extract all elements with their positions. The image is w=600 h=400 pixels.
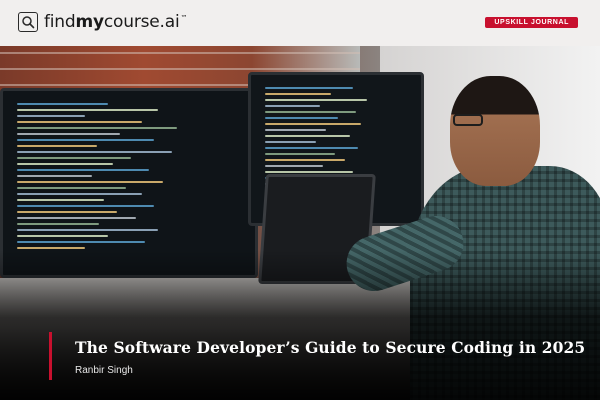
site-header: findmycourse.ai™ UPSKILL JOURNAL (0, 0, 600, 46)
upskill-journal-badge[interactable]: UPSKILL JOURNAL (485, 17, 578, 28)
article-title[interactable]: The Software Developer’s Guide to Secure… (75, 338, 585, 357)
logo-wordmark: findmycourse.ai™ (44, 12, 187, 32)
logo-find: find (44, 12, 76, 32)
title-accent-bar (49, 332, 52, 380)
developer-head (450, 76, 540, 186)
caption-gradient (0, 250, 600, 400)
article-author[interactable]: Ranbir Singh (75, 365, 133, 376)
logo-course: course.ai (103, 12, 180, 32)
search-icon (18, 12, 38, 32)
logo-my: my (75, 12, 104, 32)
logo-trademark: ™ (180, 14, 188, 23)
glasses (453, 114, 483, 126)
site-logo[interactable]: findmycourse.ai™ (18, 12, 187, 32)
